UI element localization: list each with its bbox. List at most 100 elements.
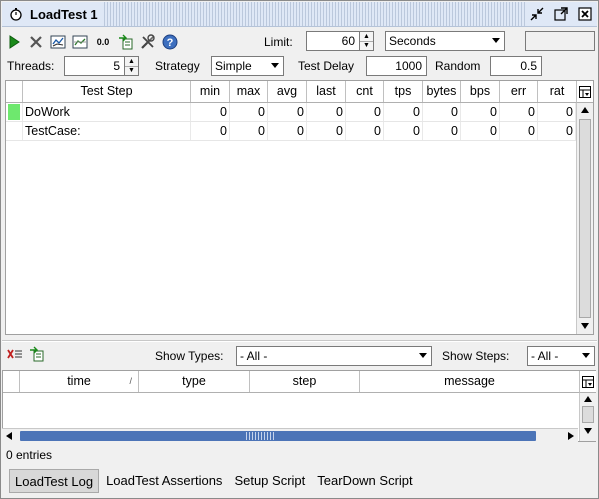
column-header-step[interactable]: step <box>250 371 360 392</box>
column-header-tps[interactable]: tps <box>384 81 423 102</box>
precision-icon[interactable]: 0.0 <box>92 32 114 52</box>
splitter[interactable] <box>2 340 597 342</box>
column-header-min[interactable]: min <box>191 81 230 102</box>
column-header-test-step[interactable]: Test Step <box>23 81 191 102</box>
tab-setup-script[interactable]: Setup Script <box>229 469 310 493</box>
horizontal-scrollbar[interactable] <box>2 428 578 442</box>
test-delay-input[interactable]: 1000 <box>366 56 427 76</box>
log-table-header: time / type step message <box>3 371 579 393</box>
threads-label: Threads: <box>7 59 55 73</box>
spin-down-icon[interactable]: ▼ <box>125 65 138 76</box>
scroll-up-icon[interactable] <box>584 396 592 402</box>
scroll-right-icon[interactable] <box>568 432 574 440</box>
svg-text:?: ? <box>167 37 174 49</box>
column-chooser-icon[interactable] <box>576 81 593 103</box>
options-icon[interactable] <box>138 32 158 52</box>
table-cell: 0 <box>384 122 423 140</box>
threads-spinner[interactable]: 5 ▲ ▼ <box>64 56 139 76</box>
log-vertical-scrollbar[interactable] <box>579 393 596 441</box>
toolbar: 0.0 ? <box>2 28 597 55</box>
tab-loadtest-assertions[interactable]: LoadTest Assertions <box>101 469 227 493</box>
table-cell: 0 <box>538 103 576 121</box>
vertical-scrollbar[interactable] <box>576 103 593 334</box>
limit-label: Limit: <box>264 35 293 49</box>
progress-field <box>525 31 595 51</box>
spin-up-icon[interactable]: ▲ <box>360 32 373 41</box>
help-icon[interactable]: ? <box>160 32 180 52</box>
table-cell: 0 <box>191 103 230 121</box>
scroll-thumb[interactable] <box>20 431 536 441</box>
spin-down-icon[interactable]: ▼ <box>360 40 373 51</box>
table-cell: 0 <box>461 103 500 121</box>
scroll-down-icon[interactable] <box>584 428 592 434</box>
table-cell: 0 <box>230 122 268 140</box>
column-header-cnt[interactable]: cnt <box>346 81 384 102</box>
limit-spinner[interactable]: 60 ▲ ▼ <box>306 31 374 51</box>
table-cell: 0 <box>268 122 307 140</box>
column-header-message[interactable]: message <box>360 371 579 392</box>
run-icon[interactable] <box>4 32 24 52</box>
loadtest-window: LoadTest 1 0.0 ? Limit: 60 ▲ ▼ Seconds T… <box>0 0 599 499</box>
table-cell: 0 <box>230 103 268 121</box>
show-steps-label: Show Steps: <box>442 349 510 363</box>
entries-count: 0 entries <box>6 448 53 462</box>
column-header-bps[interactable]: bps <box>461 81 500 102</box>
clear-log-icon[interactable] <box>7 347 23 364</box>
table-cell: 0 <box>423 122 461 140</box>
column-header-type[interactable]: type <box>139 371 250 392</box>
step-name: DoWork <box>23 103 191 121</box>
column-header-max[interactable]: max <box>230 81 268 102</box>
column-header-avg[interactable]: avg <box>268 81 307 102</box>
chart-icon[interactable] <box>48 32 68 52</box>
stopwatch-icon <box>8 6 24 22</box>
column-header-err[interactable]: err <box>500 81 538 102</box>
column-header-time[interactable]: time / <box>20 371 139 392</box>
scroll-thumb[interactable] <box>579 119 591 318</box>
bottom-tabs: LoadTest Log LoadTest Assertions Setup S… <box>9 468 420 494</box>
scroll-thumb[interactable] <box>582 406 594 423</box>
limit-unit-select[interactable]: Seconds <box>385 31 505 51</box>
tab-teardown-script[interactable]: TearDown Script <box>312 469 417 493</box>
cancel-icon[interactable] <box>26 32 46 52</box>
table-header: Test Step min max avg last cnt tps bytes… <box>6 81 576 103</box>
window-title: LoadTest 1 <box>30 6 98 22</box>
table-cell: 0 <box>500 122 538 140</box>
threads-value[interactable]: 5 <box>65 57 124 75</box>
show-types-select[interactable]: - All - <box>236 346 432 366</box>
close-icon[interactable] <box>577 6 593 22</box>
chevron-down-icon <box>271 63 279 68</box>
step-name: TestCase: <box>23 122 191 140</box>
tab-loadtest-log[interactable]: LoadTest Log <box>9 469 100 493</box>
export-icon[interactable] <box>116 32 136 52</box>
status-indicator <box>8 104 20 120</box>
table-cell: 0 <box>191 122 230 140</box>
table-row[interactable]: DoWork 0 0 0 0 0 0 0 0 0 0 <box>6 103 576 122</box>
table-cell: 0 <box>500 103 538 121</box>
minimize-icon[interactable] <box>529 6 545 22</box>
limit-value[interactable]: 60 <box>307 32 359 50</box>
table-cell: 0 <box>346 103 384 121</box>
chevron-down-icon <box>492 38 500 43</box>
statistics-icon[interactable] <box>70 32 90 52</box>
random-label: Random <box>435 59 481 73</box>
table-cell: 0 <box>268 103 307 121</box>
table-cell: 0 <box>307 103 346 121</box>
statistics-table: Test Step min max avg last cnt tps bytes… <box>5 80 594 335</box>
show-steps-select[interactable]: - All - <box>527 346 595 366</box>
random-input[interactable]: 0.5 <box>490 56 542 76</box>
scroll-left-icon[interactable] <box>6 432 12 440</box>
column-chooser-icon[interactable] <box>579 371 596 393</box>
strategy-select[interactable]: Simple <box>211 56 284 76</box>
chevron-down-icon <box>419 353 427 358</box>
column-header-last[interactable]: last <box>307 81 346 102</box>
status-column-header <box>6 81 23 102</box>
scroll-down-icon[interactable] <box>581 323 589 329</box>
maximize-icon[interactable] <box>553 6 569 22</box>
spin-up-icon[interactable]: ▲ <box>125 57 138 66</box>
export-log-icon[interactable] <box>29 346 45 365</box>
column-header-rat[interactable]: rat <box>538 81 576 102</box>
table-cell: 0 <box>423 103 461 121</box>
column-header-bytes[interactable]: bytes <box>423 81 461 102</box>
table-row[interactable]: TestCase: 0 0 0 0 0 0 0 0 0 0 <box>6 122 576 141</box>
scroll-up-icon[interactable] <box>581 107 589 113</box>
